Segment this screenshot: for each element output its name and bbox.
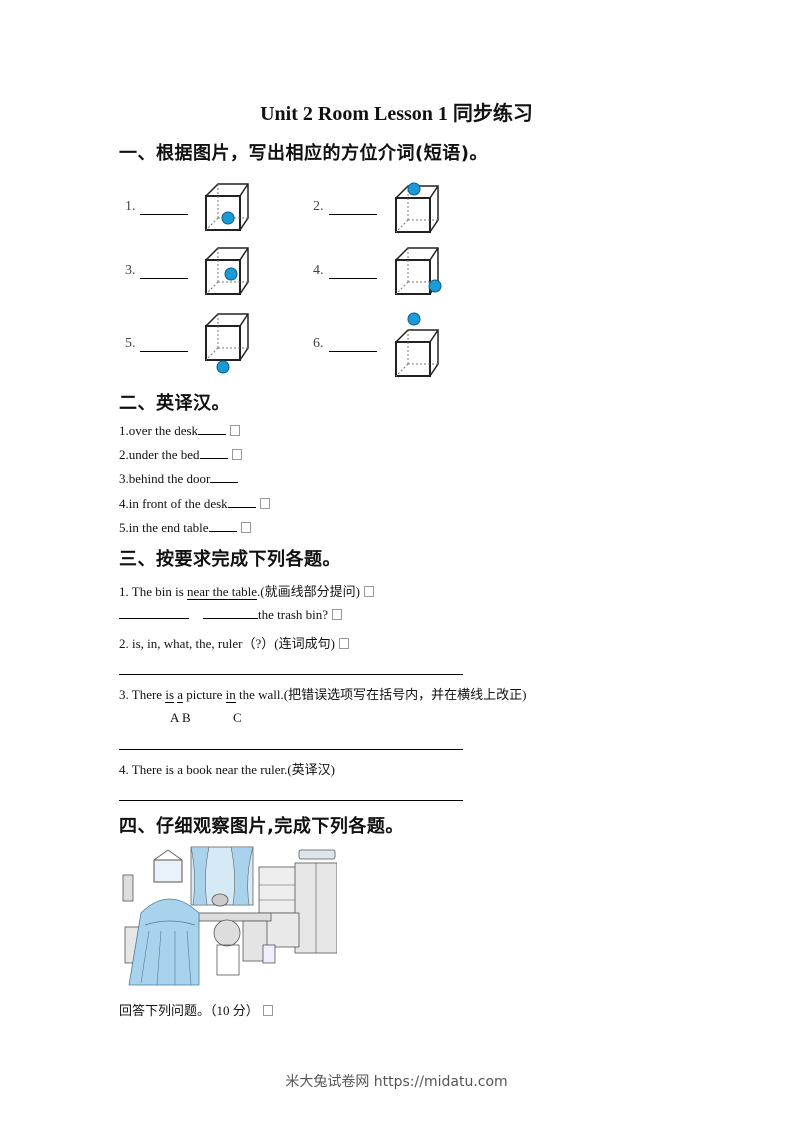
item-number: 6. xyxy=(313,336,324,351)
section-2-heading: 二、英译汉。 xyxy=(119,393,230,414)
answer-blank[interactable] xyxy=(227,507,256,508)
item-number: 5. xyxy=(125,336,136,351)
answer-blank[interactable] xyxy=(140,214,188,215)
bedroom-illustration xyxy=(119,845,337,990)
underlined-phrase: near the table xyxy=(187,584,258,600)
section-1-heading: 一、根据图片，写出相应的方位介词(短语)。 xyxy=(119,143,488,164)
answer-line[interactable] xyxy=(119,800,463,801)
answer-blank[interactable] xyxy=(140,278,188,279)
cube-ball-diagram xyxy=(395,312,439,377)
ball-icon xyxy=(407,182,421,196)
placeholder-box-icon xyxy=(332,609,343,620)
answer-blank[interactable] xyxy=(210,482,239,483)
option-label-b: B xyxy=(182,710,191,725)
answer-blank[interactable] xyxy=(199,458,228,459)
answer-blank[interactable] xyxy=(119,618,189,619)
placeholder-box-icon xyxy=(338,638,349,649)
translation-item: 4.in front of the desk xyxy=(119,496,270,512)
instruction-text: 回答下列问题。（10 分） xyxy=(119,1003,259,1018)
question-text: picture xyxy=(183,687,226,702)
option-a-word: is xyxy=(165,687,174,703)
question-3: 3. There is a picture in the wall.(把错误选项… xyxy=(119,684,526,703)
ball-icon xyxy=(224,267,238,281)
question-2: 2. is, in, what, the, ruler（?）(连词成句) xyxy=(119,633,349,652)
question-1-answer: the trash bin? xyxy=(119,607,343,623)
answer-blank[interactable] xyxy=(208,531,237,532)
item-text: 3.behind the door xyxy=(119,471,211,486)
placeholder-box-icon xyxy=(262,1005,273,1016)
page-title: Unit 2 Room Lesson 1 同步练习 xyxy=(260,103,533,125)
cube-ball-diagram xyxy=(205,183,249,231)
translation-item: 1.over the desk xyxy=(119,423,241,439)
cube-ball-diagram xyxy=(205,313,249,374)
question-instruction: the wall.(把错误选项写在括号内，并在横线上改正) xyxy=(235,687,527,702)
item-text: 1.over the desk xyxy=(119,423,199,438)
footer-watermark: 米大兔试卷网 https://midatu.com xyxy=(285,1074,508,1090)
ball-icon xyxy=(428,279,442,293)
answer-tail-text: the trash bin? xyxy=(258,607,329,622)
item-text: 4.in front of the desk xyxy=(119,496,228,511)
item-number: 4. xyxy=(313,263,324,278)
question-text: 2. is, in, what, the, ruler（?）(连词成句) xyxy=(119,636,335,651)
question-text: 1. The bin is xyxy=(119,584,188,599)
item-number: 2. xyxy=(313,199,324,214)
placeholder-box-icon xyxy=(240,522,251,533)
section-4-instruction: 回答下列问题。（10 分） xyxy=(119,1000,273,1019)
option-c-word: in xyxy=(225,687,236,703)
item-text: 2.under the bed xyxy=(119,447,200,462)
answer-line[interactable] xyxy=(119,674,463,675)
cube-ball-diagram xyxy=(205,247,249,295)
answer-blank[interactable] xyxy=(329,278,377,279)
ball-icon xyxy=(221,211,235,225)
question-1: 1. The bin is near the table.(就画线部分提问) xyxy=(119,581,374,600)
placeholder-box-icon xyxy=(363,586,374,597)
answer-blank[interactable] xyxy=(203,618,258,619)
translation-item: 3.behind the door xyxy=(119,471,239,487)
placeholder-box-icon xyxy=(230,425,241,436)
placeholder-box-icon xyxy=(231,449,242,460)
section-3-heading: 三、按要求完成下列各题。 xyxy=(119,549,341,570)
item-number: 1. xyxy=(125,199,136,214)
answer-blank[interactable] xyxy=(329,214,377,215)
answer-line[interactable] xyxy=(119,749,463,750)
translation-item: 5.in the end table xyxy=(119,520,251,536)
question-text: 3. There xyxy=(119,687,166,702)
cube-ball-diagram xyxy=(395,247,442,295)
option-label-c: C xyxy=(233,710,242,725)
translation-item: 2.under the bed xyxy=(119,447,242,463)
answer-blank[interactable] xyxy=(140,351,188,352)
item-number: 3. xyxy=(125,263,136,278)
ball-icon xyxy=(407,312,421,326)
item-text: 5.in the end table xyxy=(119,520,209,535)
answer-blank[interactable] xyxy=(198,434,227,435)
cube-ball-diagram xyxy=(395,182,439,233)
section-4-heading: 四、仔细观察图片,完成下列各题。 xyxy=(119,816,404,837)
ball-icon xyxy=(216,360,230,374)
answer-blank[interactable] xyxy=(329,351,377,352)
option-label-a: A xyxy=(170,710,180,725)
question-4: 4. There is a book near the ruler.(英译汉) xyxy=(119,762,335,777)
placeholder-box-icon xyxy=(259,498,270,509)
question-instruction: .(就画线部分提问) xyxy=(257,584,360,599)
